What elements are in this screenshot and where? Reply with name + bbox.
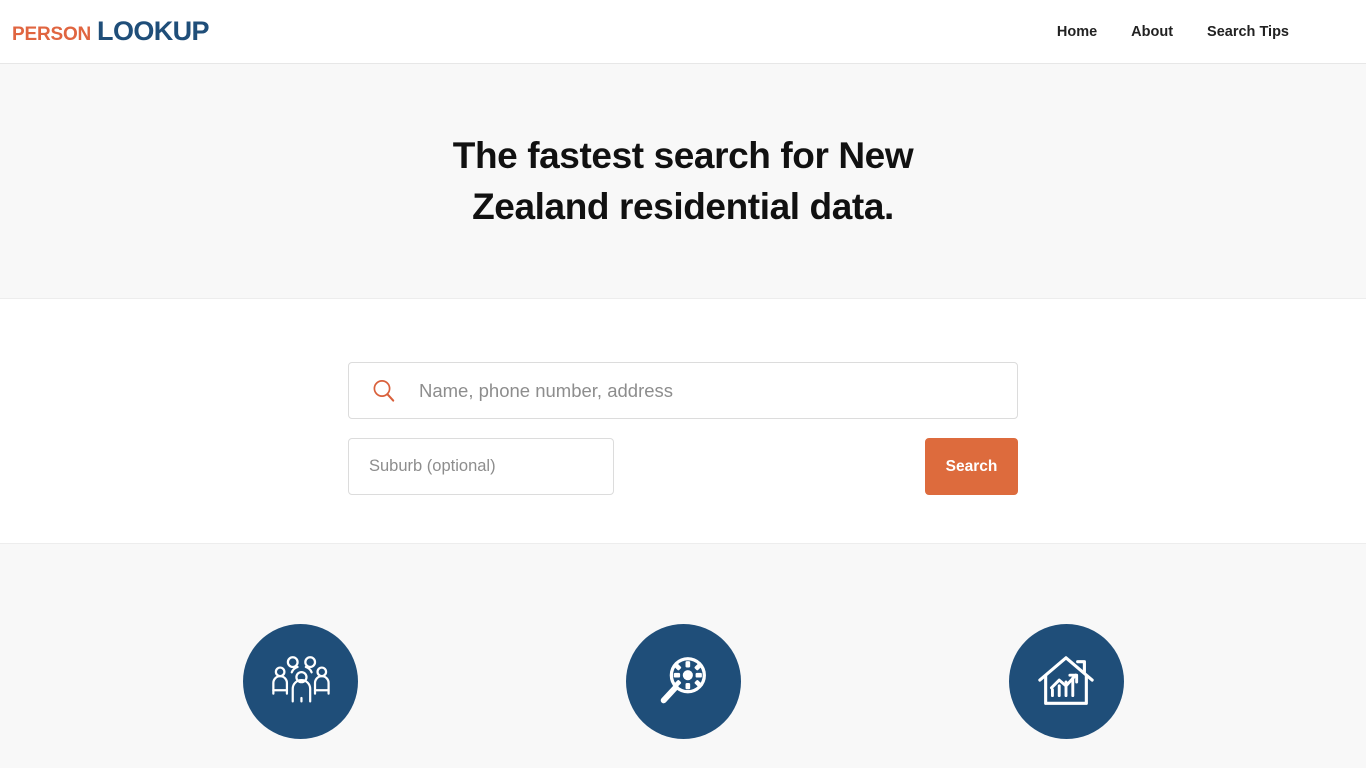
main-search-field-wrapper[interactable]: [348, 362, 1018, 419]
features-section: NEW: [0, 544, 1366, 768]
nav-link-search-tips[interactable]: Search Tips: [1190, 24, 1306, 40]
people-group-icon: [242, 624, 358, 739]
search-secondary-row: Search: [348, 438, 1018, 495]
magnifier-gear-icon: [625, 624, 741, 739]
feature-item-advanced-search[interactable]: [533, 624, 833, 768]
features-row: [150, 624, 1216, 768]
page-title: The fastest search for New Zealand resid…: [452, 134, 914, 227]
site-header: PERSON LOOKUP Home About Search Tips: [0, 0, 1366, 64]
search-icon: [371, 378, 397, 404]
search-input[interactable]: [349, 363, 1017, 418]
hero-section: The fastest search for New Zealand resid…: [0, 64, 1366, 299]
feature-item-property-data[interactable]: [916, 624, 1216, 768]
feature-item-people[interactable]: [150, 624, 450, 768]
logo-text-lookup: LOOKUP: [97, 16, 210, 46]
site-logo[interactable]: PERSON LOOKUP: [12, 16, 210, 46]
search-button[interactable]: Search: [925, 438, 1018, 495]
logo-text-person: PERSON: [12, 24, 92, 45]
nav-link-about[interactable]: About: [1114, 24, 1190, 40]
suburb-input[interactable]: [348, 438, 614, 495]
house-chart-icon: [1008, 624, 1124, 739]
search-form: Search: [348, 362, 1018, 495]
main-navigation: Home About Search Tips: [1040, 24, 1306, 40]
nav-link-home[interactable]: Home: [1040, 24, 1114, 40]
search-section: Search: [0, 299, 1366, 544]
